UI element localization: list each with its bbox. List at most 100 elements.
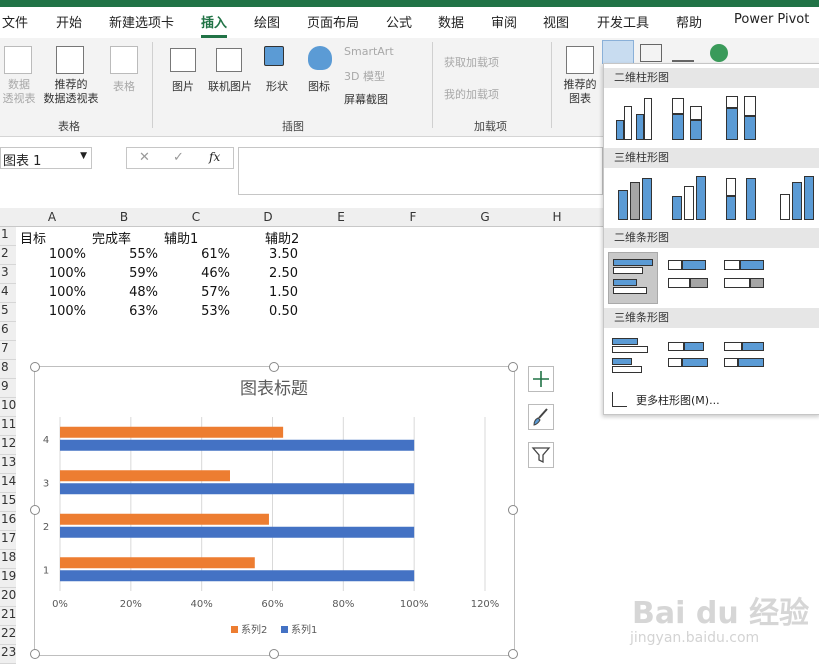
row-header-18[interactable]: 18: [0, 550, 16, 569]
row-header-20[interactable]: 20: [0, 588, 16, 607]
row-header-2[interactable]: 2: [0, 246, 16, 265]
row-header-13[interactable]: 13: [0, 455, 16, 474]
tab-file[interactable]: 文件: [2, 12, 28, 31]
more-column-charts-link[interactable]: 更多柱形图(M)...: [636, 392, 720, 408]
tab-power-pivot[interactable]: Power Pivot: [734, 12, 809, 27]
resize-handle[interactable]: [269, 362, 279, 372]
cell-header[interactable]: 完成率: [92, 228, 131, 247]
cell-value[interactable]: 0.50: [242, 304, 298, 319]
row-header-22[interactable]: 22: [0, 626, 16, 645]
3d-stacked-column-option[interactable]: [666, 172, 714, 222]
column-header-c[interactable]: C: [160, 210, 232, 224]
smartart-button[interactable]: SmartArt: [344, 45, 394, 58]
picture-button[interactable]: 图片: [166, 78, 200, 94]
recommended-pivot-button[interactable]: 推荐的 数据透视表: [40, 78, 102, 106]
resize-handle[interactable]: [30, 362, 40, 372]
my-addins-button[interactable]: 我的加载项: [444, 86, 499, 102]
100-stacked-bar-option[interactable]: [720, 252, 768, 302]
row-header-4[interactable]: 4: [0, 284, 16, 303]
tab-help[interactable]: 帮助: [676, 12, 702, 31]
row-header-14[interactable]: 14: [0, 474, 16, 493]
resize-handle[interactable]: [30, 649, 40, 659]
row-header-7[interactable]: 7: [0, 341, 16, 360]
3d-clustered-bar-option[interactable]: [610, 332, 658, 382]
column-header-f[interactable]: F: [377, 210, 449, 224]
cell-value[interactable]: 59%: [102, 266, 158, 281]
row-header-8[interactable]: 8: [0, 360, 16, 379]
row-header-15[interactable]: 15: [0, 493, 16, 512]
resize-handle[interactable]: [508, 505, 518, 515]
column-header-h[interactable]: H: [521, 210, 593, 224]
recommended-charts-button[interactable]: 推荐的 图表: [560, 78, 600, 106]
tab-developer[interactable]: 开发工具: [597, 12, 649, 31]
pivot-table-button[interactable]: 数据 透视表: [0, 78, 38, 106]
cell-value[interactable]: 1.50: [242, 285, 298, 300]
cell-value[interactable]: 55%: [102, 247, 158, 262]
resize-handle[interactable]: [269, 649, 279, 659]
row-header-19[interactable]: 19: [0, 569, 16, 588]
tab-view[interactable]: 视图: [543, 12, 569, 31]
online-picture-button[interactable]: 联机图片: [204, 78, 256, 94]
cell-value[interactable]: 100%: [30, 266, 86, 281]
row-header-5[interactable]: 5: [0, 303, 16, 322]
resize-handle[interactable]: [30, 505, 40, 515]
maps-icon[interactable]: [710, 44, 728, 62]
clustered-bar-option[interactable]: [608, 252, 658, 304]
3d-column-option[interactable]: [774, 172, 819, 222]
chart-elements-button[interactable]: [528, 366, 554, 392]
column-header-e[interactable]: E: [305, 210, 377, 224]
cell-value[interactable]: 63%: [102, 304, 158, 319]
row-header-3[interactable]: 3: [0, 265, 16, 284]
chevron-down-icon[interactable]: ▼: [80, 151, 87, 161]
row-header-1[interactable]: 1: [0, 227, 16, 246]
tab-data[interactable]: 数据: [438, 12, 464, 31]
row-header-9[interactable]: 9: [0, 379, 16, 398]
stacked-bar-option[interactable]: [664, 252, 712, 302]
cancel-button[interactable]: ✕: [139, 150, 150, 165]
tab-review[interactable]: 审阅: [491, 12, 517, 31]
cell-value[interactable]: 3.50: [242, 247, 298, 262]
shapes-button[interactable]: 形状: [262, 78, 292, 94]
column-header-a[interactable]: A: [16, 210, 88, 224]
row-header-12[interactable]: 12: [0, 436, 16, 455]
insert-function-button[interactable]: fx: [209, 150, 220, 164]
row-header-21[interactable]: 21: [0, 607, 16, 626]
row-header-17[interactable]: 17: [0, 531, 16, 550]
cell-value[interactable]: 61%: [174, 247, 230, 262]
row-header-11[interactable]: 11: [0, 417, 16, 436]
cell-value[interactable]: 53%: [174, 304, 230, 319]
cell-value[interactable]: 57%: [174, 285, 230, 300]
cell-value[interactable]: 2.50: [242, 266, 298, 281]
table-button[interactable]: 表格: [108, 78, 140, 94]
screenshot-button[interactable]: 屏幕截图: [344, 91, 388, 107]
cell-header[interactable]: 辅助2: [265, 228, 299, 247]
clustered-column-option[interactable]: [612, 92, 660, 142]
icons-button[interactable]: 图标: [304, 78, 334, 94]
column-header-d[interactable]: D: [232, 210, 304, 224]
enter-button[interactable]: ✓: [173, 150, 184, 165]
row-header-16[interactable]: 16: [0, 512, 16, 531]
chart-styles-button[interactable]: [528, 404, 554, 430]
stacked-column-option[interactable]: [666, 92, 714, 142]
row-header-6[interactable]: 6: [0, 322, 16, 341]
3d-100-stacked-bar-option[interactable]: [720, 332, 768, 382]
chart-object[interactable]: 图表标题 0% 20% 40% 60% 80% 100% 120% 1 2 3 4 系列2 系列1: [34, 366, 515, 656]
cell-header[interactable]: 辅助1: [164, 228, 198, 247]
100-stacked-column-option[interactable]: [720, 92, 768, 142]
waterfall-chart-icon[interactable]: [672, 44, 694, 62]
tab-insert[interactable]: 插入: [201, 12, 228, 38]
column-header-g[interactable]: G: [449, 210, 521, 224]
resize-handle[interactable]: [508, 649, 518, 659]
column-header-b[interactable]: B: [88, 210, 160, 224]
row-header-23[interactable]: 23: [0, 645, 16, 664]
tab-new[interactable]: 新建选项卡: [109, 12, 174, 31]
get-addins-button[interactable]: 获取加载项: [444, 54, 499, 70]
cell-value[interactable]: 48%: [102, 285, 158, 300]
cell-value[interactable]: 100%: [30, 304, 86, 319]
column-chart-dropdown-button[interactable]: [602, 40, 634, 64]
row-header-10[interactable]: 10: [0, 398, 16, 417]
3d-clustered-column-option[interactable]: [612, 172, 660, 222]
tab-formulas[interactable]: 公式: [386, 12, 412, 31]
tab-draw[interactable]: 绘图: [254, 12, 280, 31]
3d-model-button[interactable]: 3D 模型: [344, 68, 385, 84]
